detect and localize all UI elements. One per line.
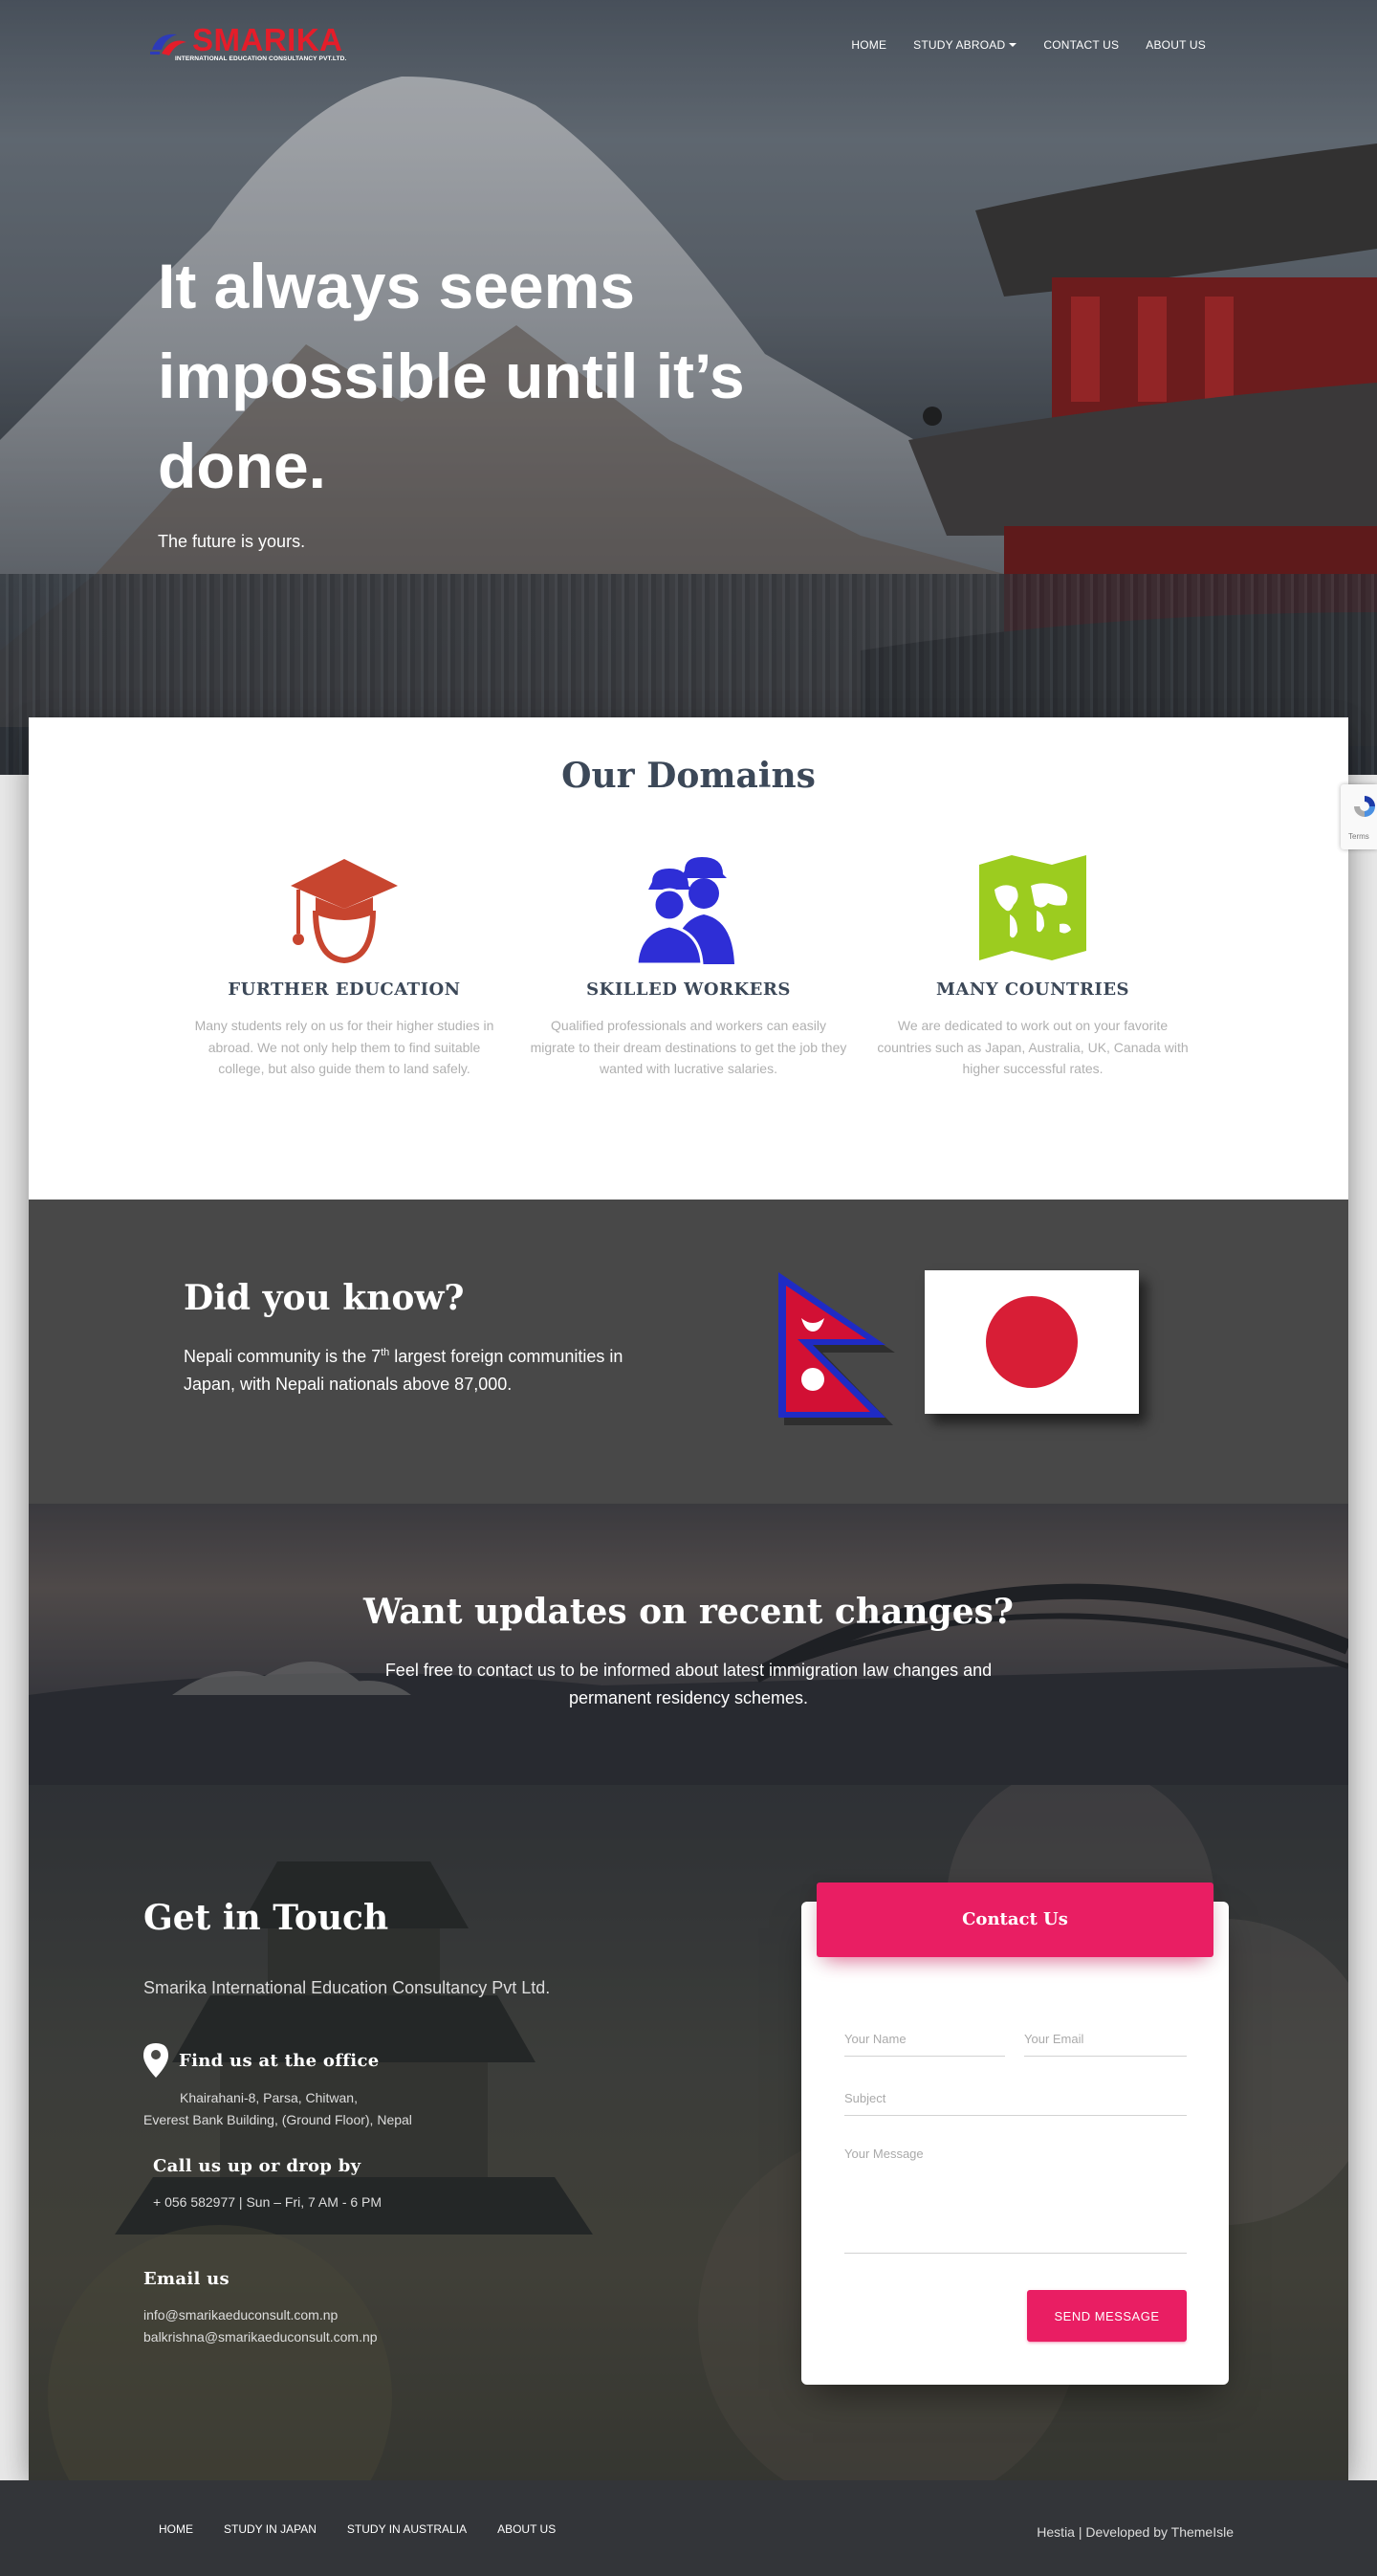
chevron-down-icon [1009, 43, 1017, 47]
subject-field[interactable]: Subject [844, 2091, 1187, 2116]
feature-text: Qualified professionals and workers can … [530, 1018, 847, 1076]
domains-section: Our Domains FURTHER EDUCATION Many stude… [29, 717, 1348, 1200]
get-in-touch-heading: Get in Touch [143, 1898, 389, 1938]
nav-home-label: HOME [851, 38, 887, 52]
nav-study-abroad[interactable]: STUDY ABROAD [900, 38, 1030, 52]
world-map-icon [979, 855, 1086, 960]
feature-title: MANY COUNTRIES [935, 980, 1130, 1000]
location-pin-icon [143, 2043, 168, 2078]
hero-section: SMARIKA INTERNATIONAL EDUCATION CONSULTA… [0, 0, 1377, 775]
did-you-know-section: Did you know? Nepali community is the 7t… [29, 1200, 1348, 1504]
feature-further-education: FURTHER EDUCATION Many students rely on … [182, 851, 507, 1080]
company-name: Smarika International Education Consulta… [143, 1978, 551, 1997]
top-navbar: SMARIKA INTERNATIONAL EDUCATION CONSULTA… [0, 0, 1377, 92]
office-title: Find us at the office [179, 2051, 380, 2071]
main-menu: HOME STUDY ABROAD CONTACT US ABOUT US [838, 38, 1219, 52]
message-field[interactable]: Your Message [844, 2147, 1187, 2254]
feature-title: SKILLED WORKERS [586, 980, 791, 1000]
nav-about-label: ABOUT US [1146, 38, 1206, 52]
nav-study-abroad-label: STUDY ABROAD [913, 38, 1006, 52]
nav-contact-label: CONTACT US [1043, 38, 1120, 52]
contact-form: Contact Us Your Name Your Email Subject … [801, 1882, 1229, 2385]
office-line-2: Everest Bank Building, (Ground Floor), N… [143, 2112, 412, 2127]
footer-credit-text: Hestia | Developed by [1037, 2524, 1171, 2540]
footer-link-study-in-japan[interactable]: STUDY IN JAPAN [208, 2522, 332, 2536]
updates-section: Want updates on recent changes? Feel fre… [29, 1504, 1348, 1785]
contact-section: Get in Touch Smarika International Educa… [29, 1785, 1348, 2480]
hero-title: It always seems impossible until it’s do… [158, 251, 745, 501]
recaptcha-icon [1354, 796, 1375, 817]
footer-link-about-us[interactable]: ABOUT US [482, 2522, 571, 2536]
name-field[interactable]: Your Name [844, 2032, 1005, 2057]
nav-home[interactable]: HOME [838, 38, 900, 52]
feature-text: We are dedicated to work out on your fav… [877, 1018, 1189, 1076]
footer-links: HOME STUDY IN JAPAN STUDY IN AUSTRALIA A… [143, 2522, 571, 2536]
feature-skilled-workers: SKILLED WORKERS Qualified professionals … [526, 851, 851, 1080]
email-link-2[interactable]: balkrishna@smarikaeduconsult.com.np [143, 2326, 378, 2348]
footer-link-study-in-australia[interactable]: STUDY IN AUSTRALIA [332, 2522, 482, 2536]
call-title: Call us up or drop by [153, 2156, 361, 2176]
office-address: Khairahani-8, Parsa, Chitwan, Everest Ba… [143, 2087, 488, 2131]
email-link-1[interactable]: info@smarikaeduconsult.com.np [143, 2304, 378, 2326]
updates-heading: Want updates on recent changes? [363, 1592, 1014, 1632]
logo-name: SMARIKA [192, 22, 343, 57]
nepal-flag-icon [778, 1272, 895, 1425]
email-info: Email us info@smarikaeduconsult.com.np b… [143, 2269, 378, 2348]
themeisle-link[interactable]: ThemeIsle [1171, 2524, 1234, 2540]
recaptcha-badge[interactable]: Terms [1341, 784, 1377, 849]
office-line-1: Khairahani-8, Parsa, Chitwan, [180, 2090, 358, 2105]
graduate-icon [291, 859, 398, 964]
footer: HOME STUDY IN JAPAN STUDY IN AUSTRALIA A… [0, 2480, 1377, 2576]
feature-title: FURTHER EDUCATION [228, 980, 461, 1000]
footer-credit: Hestia | Developed by ThemeIsle [1037, 2524, 1234, 2540]
office-info: Find us at the office [179, 2051, 379, 2071]
call-line: + 056 582977 | Sun – Fri, 7 AM - 6 PM [153, 2194, 382, 2210]
workers-icon [635, 857, 734, 966]
did-you-know-heading: Did you know? [184, 1278, 465, 1318]
footer-link-home[interactable]: HOME [143, 2522, 208, 2536]
nav-about-us[interactable]: ABOUT US [1132, 38, 1219, 52]
domains-heading: Our Domains [561, 756, 816, 796]
did-you-know-text: Nepali community is the 7th largest fore… [184, 1347, 623, 1394]
feature-text: Many students rely on us for their highe… [194, 1018, 494, 1076]
japan-flag-icon [925, 1270, 1139, 1414]
recaptcha-terms[interactable]: Terms [1348, 832, 1369, 841]
logo-tagline: INTERNATIONAL EDUCATION CONSULTANCY PVT.… [175, 55, 347, 62]
logo[interactable]: SMARIKA INTERNATIONAL EDUCATION CONSULTA… [148, 23, 349, 67]
updates-text: Feel free to contact us to be informed a… [384, 1661, 993, 1707]
email-field[interactable]: Your Email [1024, 2032, 1187, 2057]
email-title: Email us [143, 2269, 230, 2289]
feature-many-countries: MANY COUNTRIES We are dedicated to work … [870, 851, 1195, 1080]
nav-contact-us[interactable]: CONTACT US [1030, 38, 1132, 52]
main-content: Our Domains FURTHER EDUCATION Many stude… [29, 717, 1348, 2480]
call-info: Call us up or drop by + 056 582977 | Sun… [153, 2156, 382, 2213]
hero-subtitle: The future is yours. [158, 532, 306, 551]
contact-form-header: Contact Us [817, 1882, 1213, 1957]
send-message-button[interactable]: SEND MESSAGE [1027, 2290, 1187, 2342]
